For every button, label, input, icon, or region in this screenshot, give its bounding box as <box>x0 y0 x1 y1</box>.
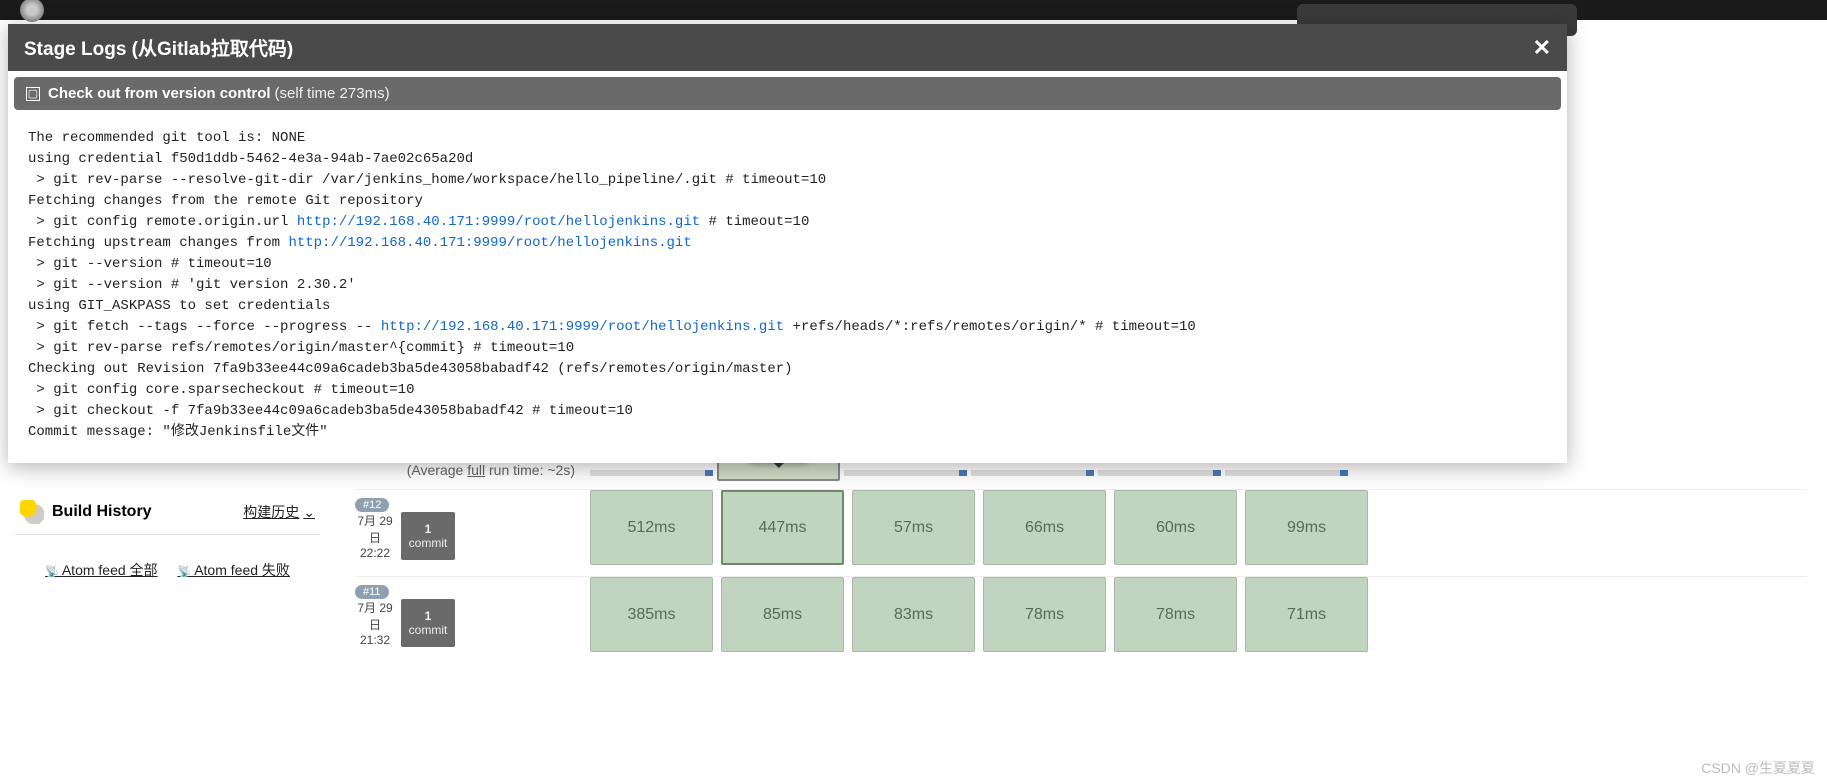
collapse-icon[interactable]: ▢ <box>26 87 40 101</box>
avg-full-runtime-label: (Average full run time: ~2s) <box>355 462 575 478</box>
log-line: Fetching upstream changes from http://19… <box>28 233 1547 254</box>
log-line: > git --version # timeout=10 <box>28 254 1547 275</box>
build-meta: #127月 29日22:221commit <box>355 490 590 568</box>
stage-progress-bar <box>590 470 713 476</box>
stage-cell[interactable]: 99ms <box>1245 490 1368 565</box>
modal-title: Stage Logs (从Gitlab拉取代码) <box>24 34 293 61</box>
log-line: > git rev-parse refs/remotes/origin/mast… <box>28 338 1547 359</box>
log-line: > git config core.sparsecheckout # timeo… <box>28 380 1547 401</box>
log-line: > git config remote.origin.url http://19… <box>28 212 1547 233</box>
log-line: The recommended git tool is: NONE <box>28 128 1547 149</box>
close-icon[interactable]: ✕ <box>1533 35 1551 61</box>
log-line: > git checkout -f 7fa9b33ee44c09a6cadeb3… <box>28 401 1547 422</box>
build-history-title: Build History <box>52 503 243 521</box>
log-section-time: (self time 273ms) <box>275 85 390 102</box>
stage-cell[interactable]: 512ms <box>590 490 713 565</box>
build-date: 7月 29日22:22 <box>355 512 395 560</box>
stage-progress-bar <box>971 470 1094 476</box>
stage-progress-bar <box>1225 470 1348 476</box>
stage-cell[interactable]: 57ms <box>852 490 975 565</box>
log-line: > git --version # 'git version 2.30.2' <box>28 275 1547 296</box>
log-output: The recommended git tool is: NONEusing c… <box>8 116 1567 463</box>
stage-cell[interactable]: 78ms <box>983 577 1106 652</box>
log-section-title: Check out from version control <box>48 85 271 102</box>
watermark: CSDN @生夏夏夏 <box>1701 758 1815 778</box>
build-meta: #117月 29日21:321commit <box>355 577 590 655</box>
log-line: using credential f50d1ddb-5462-4e3a-94ab… <box>28 149 1547 170</box>
stage-cells: 385ms85ms83ms78ms78ms71ms <box>590 577 1372 655</box>
sidebar: Build History 构建历史 Atom feed 全部 Atom fee… <box>0 440 335 784</box>
stage-cell[interactable]: 85ms <box>721 577 844 652</box>
stage-progress-bar <box>1098 470 1221 476</box>
build-number-badge[interactable]: #12 <box>355 498 389 512</box>
log-link[interactable]: http://192.168.40.171:9999/root/hellojen… <box>381 319 784 335</box>
log-line: Fetching changes from the remote Git rep… <box>28 191 1547 212</box>
log-line: > git rev-parse --resolve-git-dir /var/j… <box>28 170 1547 191</box>
stage-progress-bar <box>844 470 967 476</box>
log-section-header[interactable]: ▢ Check out from version control (self t… <box>14 77 1561 110</box>
log-line: Checking out Revision 7fa9b33ee44c09a6ca… <box>28 359 1547 380</box>
build-row: #127月 29日22:221commit512ms447ms57ms66ms6… <box>355 489 1807 568</box>
build-row: #117月 29日21:321commit385ms85ms83ms78ms78… <box>355 576 1807 655</box>
commit-count-box[interactable]: 1commit <box>401 512 455 560</box>
top-bar <box>0 0 1827 20</box>
build-rows: #127月 29日22:221commit512ms447ms57ms66ms6… <box>355 489 1807 655</box>
stage-cell[interactable]: 385ms <box>590 577 713 652</box>
atom-feed-fail-link[interactable]: Atom feed 失败 <box>177 562 289 578</box>
log-link[interactable]: http://192.168.40.171:9999/root/hellojen… <box>297 214 700 230</box>
commit-count-box[interactable]: 1commit <box>401 599 455 647</box>
atom-feed-all-link[interactable]: Atom feed 全部 <box>45 562 157 578</box>
log-line: Commit message: "修改Jenkinsfile文件" <box>28 422 1547 443</box>
weather-icon <box>20 500 44 524</box>
main-content: Build History 构建历史 Atom feed 全部 Atom fee… <box>0 440 1827 784</box>
feed-links: Atom feed 全部 Atom feed 失败 <box>15 560 320 580</box>
stage-cell[interactable]: 71ms <box>1245 577 1368 652</box>
build-history-header: Build History 构建历史 <box>15 490 320 535</box>
log-line: > git fetch --tags --force --progress --… <box>28 317 1547 338</box>
jenkins-logo-icon <box>20 0 44 22</box>
stage-logs-modal: Stage Logs (从Gitlab拉取代码) ✕ ▢ Check out f… <box>8 24 1567 463</box>
stage-cell[interactable]: 83ms <box>852 577 975 652</box>
stage-cell[interactable]: 447ms <box>721 490 844 565</box>
log-link[interactable]: http://192.168.40.171:9999/root/hellojen… <box>288 235 691 251</box>
stage-cell[interactable]: 60ms <box>1114 490 1237 565</box>
build-number-badge[interactable]: #11 <box>355 585 389 599</box>
log-line: using GIT_ASKPASS to set credentials <box>28 296 1547 317</box>
build-history-link[interactable]: 构建历史 <box>243 502 315 522</box>
stage-cell[interactable]: 66ms <box>983 490 1106 565</box>
build-date: 7月 29日21:32 <box>355 599 395 647</box>
stage-cell[interactable]: 78ms <box>1114 577 1237 652</box>
pipeline-stage-view: Average stage times: (Average full run t… <box>335 440 1827 784</box>
modal-header: Stage Logs (从Gitlab拉取代码) ✕ <box>8 24 1567 71</box>
stage-cells: 512ms447ms57ms66ms60ms99ms <box>590 490 1372 568</box>
